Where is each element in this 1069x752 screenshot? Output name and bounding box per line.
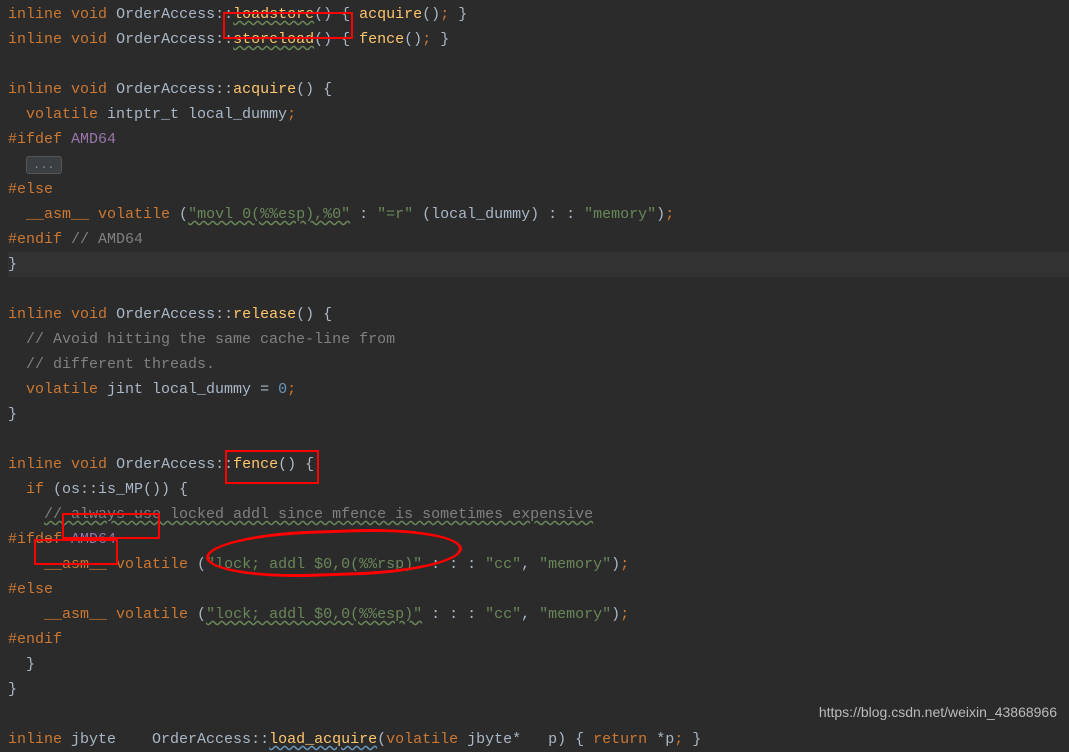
function-release: release [233, 306, 296, 323]
code-line: #endif // AMD64 [8, 227, 1069, 252]
code-line: #ifdef AMD64 [8, 127, 1069, 152]
empty-line [8, 52, 1069, 77]
keyword-asm: __asm__ [44, 556, 107, 573]
function-load-acquire: load_acquire [269, 731, 377, 748]
keyword-void: void [71, 31, 107, 48]
code-line: ... [8, 152, 1069, 177]
code-line: __asm__ volatile ("lock; addl $0,0(%%esp… [8, 602, 1069, 627]
keyword-asm: __asm__ [26, 206, 89, 223]
function-loadstore: loadstore [233, 6, 314, 23]
preprocessor-ifdef: #ifdef [8, 131, 71, 148]
code-line: // always use locked addl since mfence i… [8, 502, 1069, 527]
code-line: inline void OrderAccess::acquire() { [8, 77, 1069, 102]
code-line: inline void OrderAccess::fence() { [8, 452, 1069, 477]
keyword-inline: inline [8, 31, 62, 48]
code-line: if (os::is_MP()) { [8, 477, 1069, 502]
code-line: } [8, 677, 1069, 702]
preprocessor-endif: #endif [8, 631, 62, 648]
code-line: } [8, 652, 1069, 677]
preprocessor-else: #else [8, 581, 53, 598]
comment: // Avoid hitting the same cache-line fro… [26, 331, 395, 348]
watermark-text: https://blog.csdn.net/weixin_43868966 [819, 700, 1057, 725]
function-fence: fence [233, 456, 278, 473]
code-line: } [8, 402, 1069, 427]
code-line: inline jbyte OrderAccess::load_acquire(v… [8, 727, 1069, 752]
code-line: inline void OrderAccess::storeload() { f… [8, 27, 1069, 52]
class-name: OrderAccess [116, 31, 215, 48]
code-line: #ifdef AMD64 [8, 527, 1069, 552]
code-line: #endif [8, 627, 1069, 652]
comment: // always use locked addl since mfence i… [44, 506, 593, 523]
empty-line [8, 277, 1069, 302]
function-acquire: acquire [233, 81, 296, 98]
code-line: volatile jint local_dummy = 0; [8, 377, 1069, 402]
empty-line [8, 427, 1069, 452]
code-line: __asm__ volatile ("lock; addl $0,0(%%rsp… [8, 552, 1069, 577]
code-line: } [8, 252, 1069, 277]
code-line: volatile intptr_t local_dummy; [8, 102, 1069, 127]
fold-indicator[interactable]: ... [26, 156, 62, 174]
code-line: inline void OrderAccess::loadstore() { a… [8, 2, 1069, 27]
code-line: // different threads. [8, 352, 1069, 377]
keyword-void: void [71, 6, 107, 23]
class-name: OrderAccess [116, 6, 215, 23]
code-line: #else [8, 577, 1069, 602]
function-storeload: storeload [233, 31, 314, 48]
preprocessor-else: #else [8, 181, 53, 198]
code-line: inline void OrderAccess::release() { [8, 302, 1069, 327]
code-line: __asm__ volatile ("movl 0(%%esp),%0" : "… [8, 202, 1069, 227]
preprocessor-endif: #endif [8, 231, 71, 248]
keyword-inline: inline [8, 6, 62, 23]
preprocessor-ifdef: #ifdef [8, 531, 71, 548]
code-line: // Avoid hitting the same cache-line fro… [8, 327, 1069, 352]
comment: // different threads. [26, 356, 215, 373]
code-line: #else [8, 177, 1069, 202]
